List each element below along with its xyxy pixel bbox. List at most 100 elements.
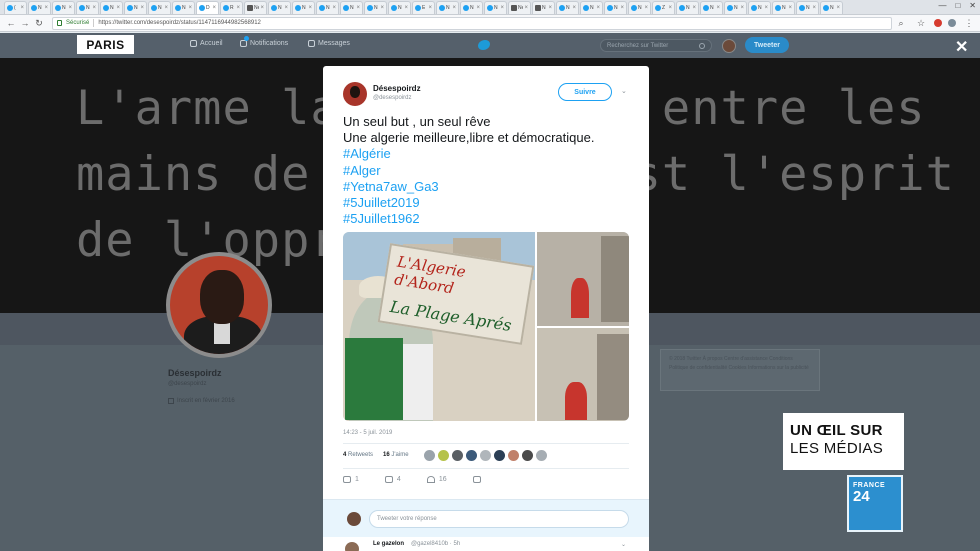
browser-tab[interactable]: N × [676,1,699,14]
browser-tab[interactable]: N × [700,1,723,14]
nav-messages[interactable]: Messages [308,40,350,47]
extension-icon[interactable] [948,19,956,27]
tab-close-icon[interactable]: × [740,5,744,11]
liker-avatar[interactable] [466,450,477,461]
next-reply[interactable]: Le gazelon @gazel8410b · 5h ⌄ [323,537,649,551]
message-action[interactable] [472,476,481,483]
browser-tab[interactable]: N × [340,1,363,14]
tab-close-icon[interactable]: × [764,5,768,11]
tab-close-icon[interactable]: × [140,5,144,11]
maximize-button[interactable]: □ [955,1,960,10]
back-arrow-icon[interactable]: ← [4,18,18,28]
liker-avatar[interactable] [480,450,491,461]
browser-tab[interactable]: N × [460,1,483,14]
tab-close-icon[interactable]: × [260,5,264,11]
browser-tab[interactable]: Nes× [244,1,267,14]
browser-tab[interactable]: N × [580,1,603,14]
browser-tab[interactable]: R × [220,1,243,14]
tab-close-icon[interactable]: × [188,5,192,11]
tab-close-icon[interactable]: × [116,5,120,11]
hashtag-link[interactable]: #5Juillet1962 [343,211,633,227]
tab-close-icon[interactable]: × [68,5,72,11]
hashtag-link[interactable]: #5Juillet2019 [343,195,633,211]
tab-close-icon[interactable]: × [380,5,384,11]
reply-author-name[interactable]: Le gazelon [373,541,404,547]
liker-avatar[interactable] [536,450,547,461]
tab-close-icon[interactable]: × [164,5,168,11]
account-avatar[interactable] [722,39,736,53]
tab-close-icon[interactable]: × [788,5,792,11]
tab-close-icon[interactable]: × [716,5,720,11]
reply-author-avatar[interactable] [345,542,359,551]
browser-tab[interactable]: E × [412,1,435,14]
close-window-button[interactable]: ✕ [969,1,976,10]
browser-tab[interactable]: N × [820,1,843,14]
tweet-author-name[interactable]: Désespoirdz [373,84,421,93]
hashtag-link[interactable]: #Yetna7aw_Ga3 [343,179,633,195]
browser-tab[interactable]: N × [796,1,819,14]
tab-close-icon[interactable]: × [92,5,96,11]
liker-avatar[interactable] [494,450,505,461]
browser-tab[interactable]: N × [628,1,651,14]
nav-notifications[interactable]: Notifications [240,40,288,47]
chevron-down-icon[interactable]: ⌄ [621,87,627,95]
tweet-timestamp[interactable]: 14:23 - 5 juil. 2019 [343,430,392,436]
liker-avatar[interactable] [522,450,533,461]
menu-icon[interactable]: ⋮ [962,18,976,29]
tab-close-icon[interactable]: × [692,5,696,11]
browser-tab[interactable]: N × [364,1,387,14]
tweet-photo[interactable]: L'Algerie d'Abord La Plage Aprés [343,232,629,421]
chevron-down-icon[interactable]: ⌄ [621,541,626,548]
browser-tab[interactable]: N × [436,1,459,14]
tab-close-icon[interactable]: × [644,5,648,11]
reload-icon[interactable]: ↻ [32,18,46,29]
tab-close-icon[interactable]: × [428,5,432,11]
tweet-author-avatar[interactable] [343,82,367,106]
address-bar[interactable]: Sécurisé https://twitter.com/desespoirdz… [52,16,892,30]
browser-tab[interactable]: N × [28,1,51,14]
browser-tab[interactable]: (× [4,1,27,14]
browser-tab[interactable]: N × [556,1,579,14]
liker-avatar[interactable] [438,450,449,461]
browser-tab[interactable]: N × [316,1,339,14]
tab-close-icon[interactable]: × [836,5,840,11]
browser-tab[interactable]: N × [484,1,507,14]
browser-tab[interactable]: N × [388,1,411,14]
tab-close-icon[interactable]: × [524,5,528,11]
nav-home[interactable]: Accueil [190,40,223,47]
tab-close-icon[interactable]: × [356,5,360,11]
browser-tab[interactable]: N × [292,1,315,14]
tab-close-icon[interactable]: × [668,5,672,11]
tab-close-icon[interactable]: × [332,5,336,11]
tab-close-icon[interactable]: × [44,5,48,11]
tab-close-icon[interactable]: × [620,5,624,11]
like-action[interactable]: 16 [426,476,447,483]
browser-tab[interactable]: N × [604,1,627,14]
browser-tab[interactable]: N × [52,1,75,14]
browser-tab[interactable]: N × [76,1,99,14]
browser-tab[interactable]: D × [196,1,219,14]
tab-close-icon[interactable]: × [596,5,600,11]
browser-tab[interactable]: N × [172,1,195,14]
profile-name[interactable]: Désespoirdz [168,368,222,378]
forward-arrow-icon[interactable]: → [18,18,32,28]
tab-close-icon[interactable]: × [404,5,408,11]
browser-tab[interactable]: N × [772,1,795,14]
browser-tab[interactable]: N × [532,1,555,14]
reply-action[interactable]: 1 [343,476,359,483]
search-input[interactable]: Recherchez sur Twitter [600,39,712,52]
retweet-action[interactable]: 4 [384,476,401,483]
tab-close-icon[interactable]: × [500,5,504,11]
hashtag-link[interactable]: #Alger [343,163,633,179]
browser-tab[interactable]: N × [724,1,747,14]
liker-avatar[interactable] [452,450,463,461]
tab-close-icon[interactable]: × [20,5,24,11]
browser-tab[interactable]: N × [268,1,291,14]
tab-close-icon[interactable]: × [212,5,216,11]
tab-close-icon[interactable]: × [548,5,552,11]
browser-tab[interactable]: N × [124,1,147,14]
twitter-bird-icon[interactable] [478,40,490,50]
likes-stat[interactable]: 16 J'aime [383,452,409,458]
profile-avatar[interactable] [166,252,272,358]
zoom-icon[interactable]: ⌕ [894,18,908,29]
